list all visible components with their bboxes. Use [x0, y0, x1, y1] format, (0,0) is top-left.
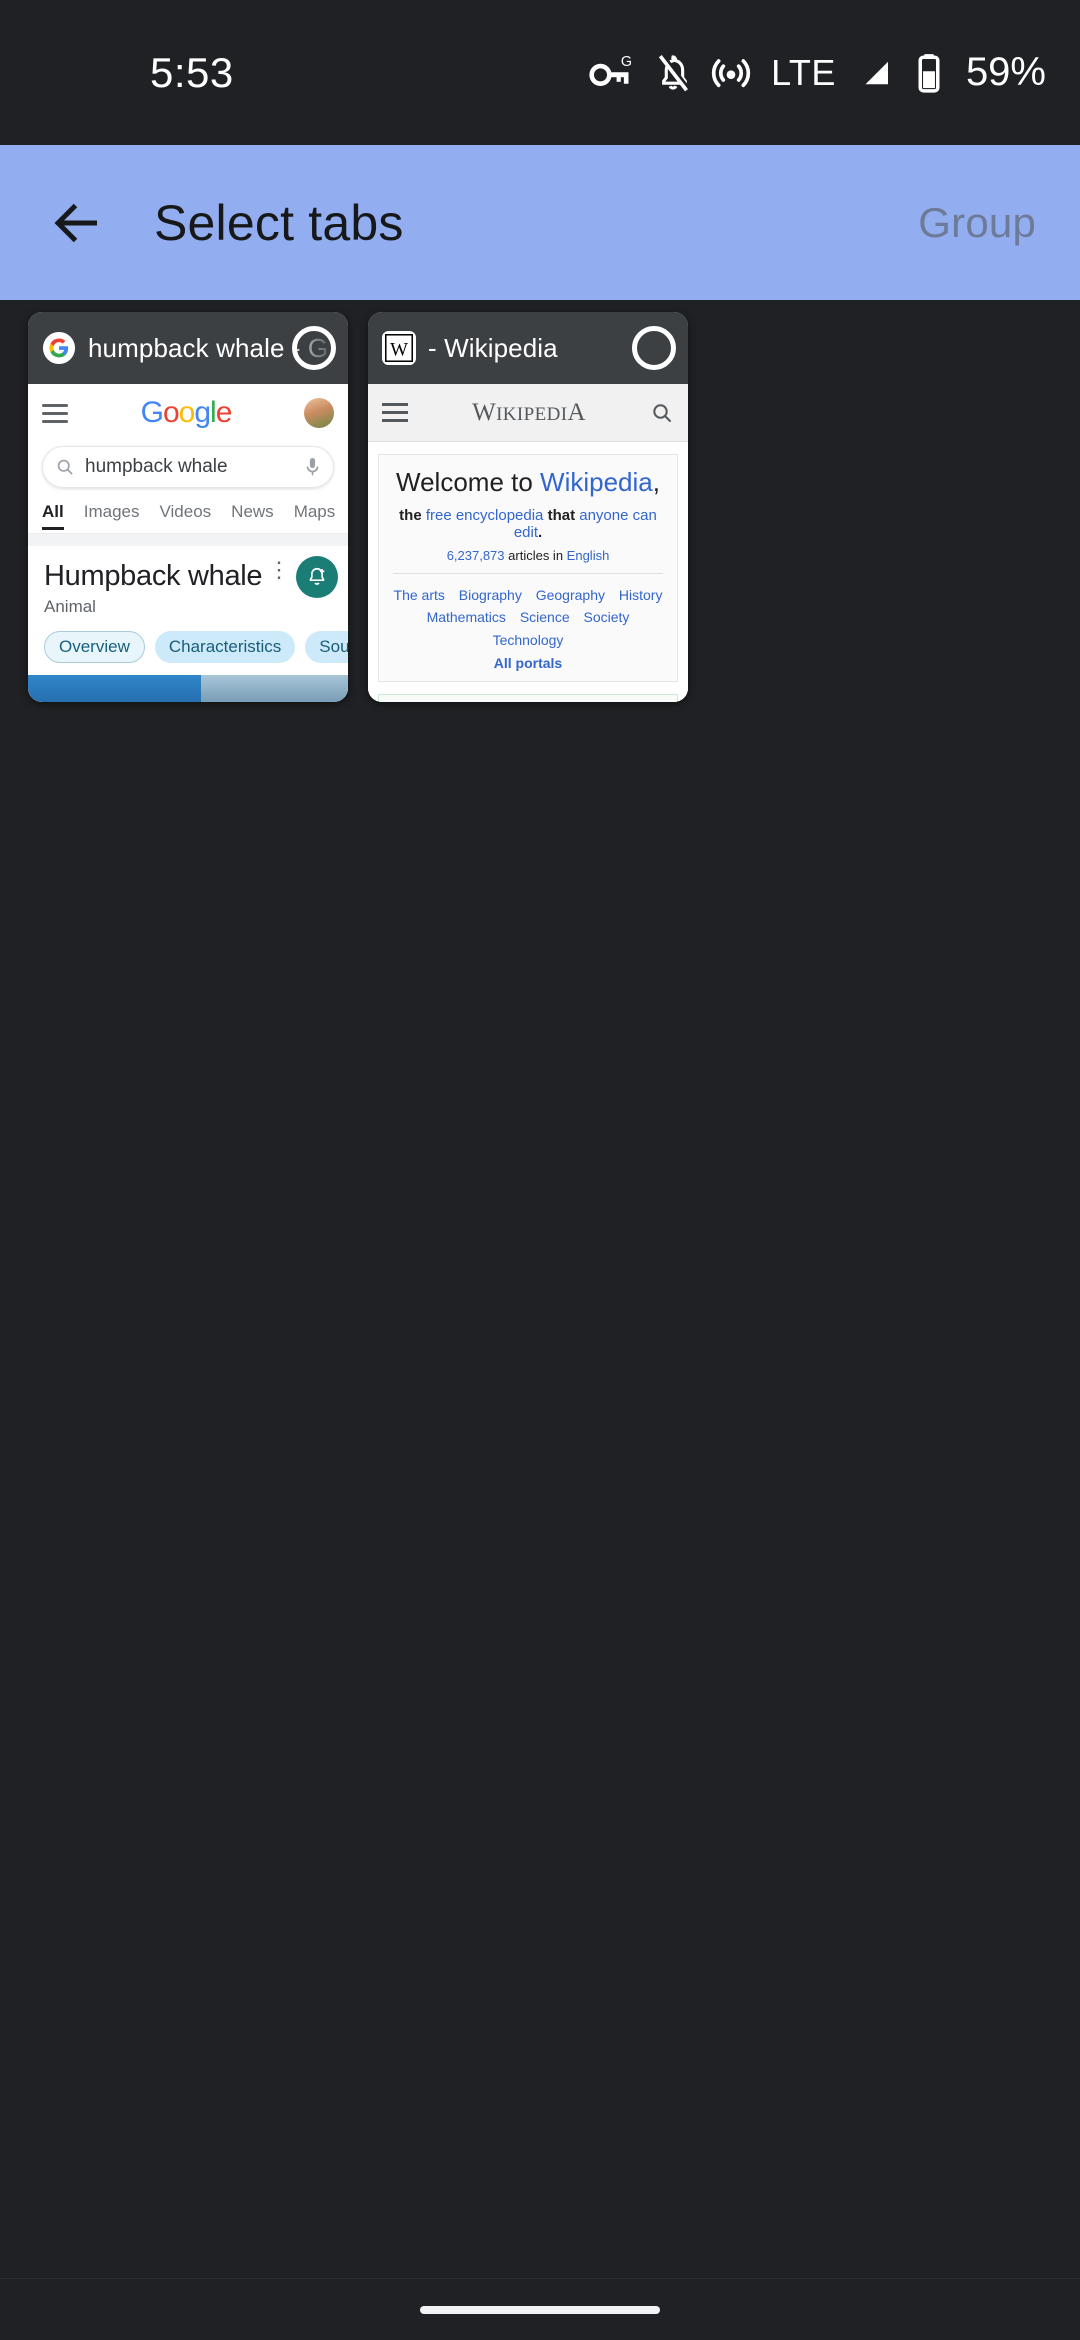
divider: [393, 573, 663, 574]
google-top-bar: Google: [28, 384, 348, 442]
google-logo: Google: [140, 396, 233, 429]
all-portals-link[interactable]: All portals: [387, 655, 669, 671]
portal-link-geography[interactable]: Geography: [536, 587, 605, 603]
svg-text:W: W: [390, 340, 408, 361]
user-avatar[interactable]: [304, 398, 334, 428]
svg-text:G: G: [621, 54, 632, 70]
wikipedia-main-content: Welcome to Wikipedia, the free encyclope…: [368, 442, 688, 702]
status-icon-group: G LTE 59%: [589, 50, 1046, 95]
google-nav-tab-images[interactable]: Images: [84, 502, 140, 530]
status-time: 5:53: [150, 48, 234, 96]
tab-select-checkbox[interactable]: [292, 326, 336, 370]
portal-links[interactable]: The arts Biography Geography History Mat…: [387, 584, 669, 651]
tab-card-google[interactable]: humpback whale - G Google humpback whale: [28, 312, 348, 702]
knowledge-panel-images[interactable]: [28, 675, 348, 702]
subtitle-part-the: the: [399, 507, 426, 524]
welcome-subtitle: the free encyclopedia that anyone can ed…: [387, 507, 669, 541]
google-nav-tab-news[interactable]: News: [231, 502, 274, 530]
hamburger-icon[interactable]: [42, 399, 68, 428]
knowledge-panel-subtitle: Animal: [44, 597, 96, 616]
wikipedia-favicon: W: [382, 331, 416, 365]
portal-link-the-arts[interactable]: The arts: [394, 587, 445, 603]
google-favicon: [42, 331, 76, 365]
vpn-key-icon: G: [589, 54, 632, 86]
google-nav-tabs[interactable]: All Images Videos News Maps Shopping: [28, 488, 348, 534]
search-query-text: humpback whale: [85, 456, 228, 477]
phone-screen: 5:53 G LTE 59% Select tabs Group humpbac…: [0, 0, 1080, 2340]
battery-icon: [918, 53, 940, 93]
tab-card-header[interactable]: W - Wikipedia: [368, 312, 688, 384]
signal-cellular-icon: [865, 61, 888, 84]
knowledge-panel-chips[interactable]: Overview Characteristics Sounds Vide: [28, 617, 348, 675]
notifications-off-icon: [658, 53, 691, 91]
whale-image-right[interactable]: [200, 675, 348, 702]
portal-link-history[interactable]: History: [619, 587, 663, 603]
tab-grid: humpback whale - G Google humpback whale: [0, 312, 1080, 702]
google-nav-tab-maps[interactable]: Maps: [294, 502, 336, 530]
page-title: Select tabs: [154, 194, 404, 251]
arrow-back-icon: [54, 203, 97, 242]
home-gesture-pill[interactable]: [420, 2305, 660, 2314]
portal-link-biography[interactable]: Biography: [459, 587, 522, 603]
portal-link-society[interactable]: Society: [584, 609, 630, 625]
wikipedia-link[interactable]: Wikipedia: [540, 467, 653, 497]
whale-image-left[interactable]: [28, 675, 201, 702]
article-count-line: 6,237,873 articles in English: [387, 548, 669, 563]
hotspot-icon: [711, 58, 751, 87]
tab-preview-wikipedia: WIKIPEDIA Welcome to Wikipedia, the free…: [368, 384, 688, 702]
wikipedia-top-bar: WIKIPEDIA: [368, 384, 688, 442]
language-link[interactable]: English: [567, 548, 610, 563]
wikipedia-wordmark: WIKIPEDIA: [472, 398, 586, 426]
article-count-link[interactable]: 6,237,873: [447, 548, 505, 563]
more-vert-icon[interactable]: ⋮: [268, 559, 290, 581]
hamburger-icon[interactable]: [382, 398, 408, 427]
app-bar: Select tabs Group: [0, 145, 1080, 300]
chip-overview[interactable]: Overview: [44, 631, 145, 663]
chip-sounds[interactable]: Sounds: [305, 631, 348, 663]
portal-link-science[interactable]: Science: [520, 609, 570, 625]
subtitle-part-that: that: [543, 507, 580, 524]
free-encyclopedia-link[interactable]: free encyclopedia: [426, 507, 544, 524]
welcome-heading-prefix: Welcome to: [396, 467, 541, 497]
search-icon[interactable]: [650, 401, 674, 425]
notifications-add-icon[interactable]: [296, 556, 338, 598]
search-icon: [57, 459, 73, 475]
microphone-icon[interactable]: [304, 456, 321, 478]
google-nav-tab-videos[interactable]: Videos: [159, 502, 211, 530]
article-count-suffix: articles in: [504, 548, 567, 563]
group-button[interactable]: Group: [918, 199, 1036, 247]
status-bar: 5:53 G LTE 59%: [0, 0, 1080, 145]
google-search-box[interactable]: humpback whale: [42, 446, 334, 488]
navigation-bar: [0, 2278, 1080, 2340]
network-type-label: LTE: [771, 51, 836, 93]
tab-select-checkbox[interactable]: [632, 326, 676, 370]
tab-card-header[interactable]: humpback whale - G: [28, 312, 348, 384]
tab-card-wikipedia[interactable]: W - Wikipedia WIKIPEDIA Welcome to Wikip…: [368, 312, 688, 702]
welcome-heading: Welcome to Wikipedia,: [387, 467, 669, 498]
google-nav-tab-all[interactable]: All: [42, 502, 64, 530]
portal-link-mathematics[interactable]: Mathematics: [427, 609, 506, 625]
tab-preview-google: Google humpback whale All Images Videos …: [28, 384, 348, 702]
content-divider: [28, 534, 348, 546]
chip-characteristics[interactable]: Characteristics: [154, 631, 296, 663]
subtitle-part-period: .: [538, 524, 543, 541]
portal-link-technology[interactable]: Technology: [493, 632, 564, 648]
featured-article-box: From today's featured article The Pyrami…: [378, 694, 678, 702]
knowledge-panel: Humpback whale Animal ⋮: [28, 546, 348, 617]
welcome-heading-suffix: ,: [652, 467, 660, 497]
back-button[interactable]: [22, 168, 132, 278]
welcome-box: Welcome to Wikipedia, the free encyclope…: [378, 454, 678, 683]
battery-percent-label: 59%: [965, 50, 1046, 94]
